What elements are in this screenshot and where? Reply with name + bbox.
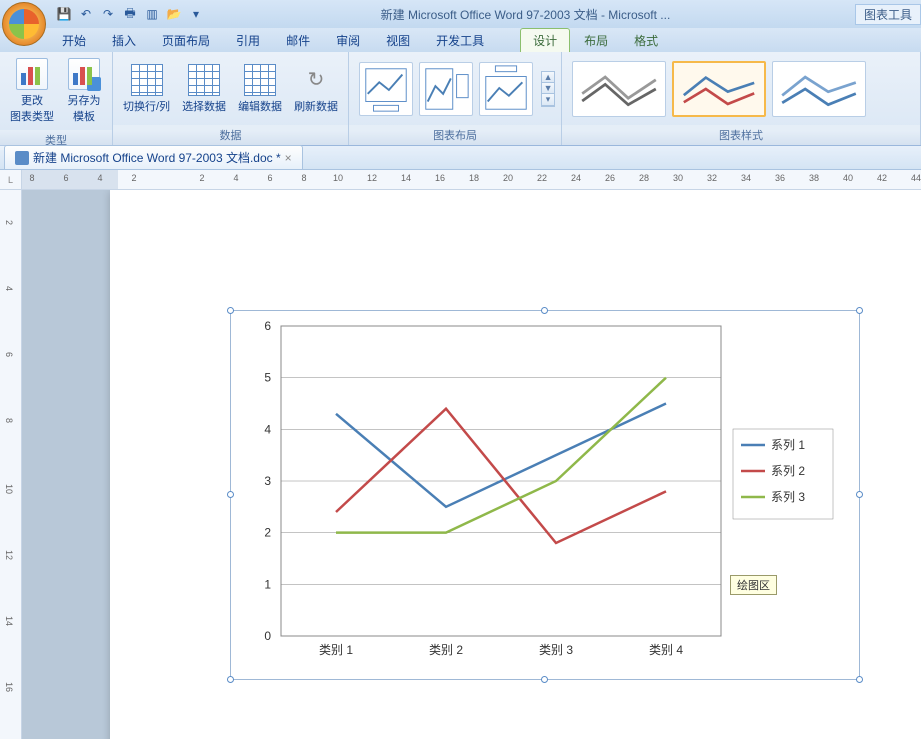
tab-pagelayout[interactable]: 页面布局 (150, 29, 222, 52)
ribbon-group-chart-style-label: 图表样式 (562, 125, 920, 145)
contextual-tab-title: 图表工具 (855, 4, 921, 25)
resize-handle-tm[interactable] (541, 307, 548, 314)
title-bar: 💾 ↶ ↷ 🖶 ▥ 📂 ▾ 新建 Microsoft Office Word 9… (0, 0, 921, 28)
select-data-label: 选择数据 (182, 98, 226, 114)
resize-handle-bm[interactable] (541, 676, 548, 683)
svg-text:4: 4 (264, 422, 271, 436)
undo-icon[interactable]: ↶ (78, 6, 94, 22)
svg-text:2: 2 (264, 526, 271, 540)
svg-text:5: 5 (264, 371, 271, 385)
chart-layout-1[interactable] (359, 62, 413, 116)
window-title: 新建 Microsoft Office Word 97-2003 文档 - Mi… (204, 6, 847, 23)
switch-row-col-label: 切换行/列 (123, 98, 170, 114)
ribbon-group-data-label: 数据 (113, 125, 348, 145)
ribbon-group-data: 切换行/列 选择数据 编辑数据 刷新数据 数据 (113, 52, 349, 145)
edit-data-label: 编辑数据 (238, 98, 282, 114)
tab-chart-format[interactable]: 格式 (622, 29, 670, 52)
chart-layout-2[interactable] (419, 62, 473, 116)
svg-text:6: 6 (264, 319, 271, 333)
ribbon-group-type: 更改 图表类型 另存为 模板 类型 (0, 52, 113, 145)
document-tab-bar: 新建 Microsoft Office Word 97-2003 文档.doc … (0, 146, 921, 170)
horizontal-ruler-row: L 86422468101214161820222426283032343638… (0, 170, 921, 190)
tab-view[interactable]: 视图 (374, 29, 422, 52)
tab-insert[interactable]: 插入 (100, 29, 148, 52)
chart-layout-scroll: ▲ ▼ ▾ (541, 71, 555, 107)
layout-scroll-more[interactable]: ▾ (542, 94, 554, 106)
tab-review[interactable]: 审阅 (324, 29, 372, 52)
tab-home[interactable]: 开始 (50, 29, 98, 52)
tab-chart-layout[interactable]: 布局 (572, 29, 620, 52)
tab-references[interactable]: 引用 (224, 29, 272, 52)
more-icon[interactable]: ▾ (188, 6, 204, 22)
workspace: 246810121416 0 1 2 3 4 5 6 类别 1 类别 2 类别 3 类别 4 系列 1… (0, 190, 921, 739)
edit-data-button[interactable]: 编辑数据 (234, 62, 286, 116)
chart-object[interactable]: 0 1 2 3 4 5 6 类别 1 类别 2 类别 3 类别 4 系列 1 系列 2 系列 3 绘图区 (230, 310, 860, 680)
quick-access-toolbar: 💾 ↶ ↷ 🖶 ▥ 📂 ▾ (56, 6, 204, 22)
chart-type-icon (16, 58, 48, 90)
refresh-icon (300, 64, 332, 96)
plot-area-tooltip: 绘图区 (730, 575, 777, 595)
svg-text:系列 1: 系列 1 (771, 438, 805, 452)
svg-text:1: 1 (264, 577, 271, 591)
layout-scroll-up[interactable]: ▲ (542, 72, 554, 83)
edit-data-icon (244, 64, 276, 96)
svg-text:类别 3: 类别 3 (539, 643, 573, 657)
resize-handle-ml[interactable] (227, 491, 234, 498)
svg-text:类别 4: 类别 4 (649, 643, 683, 657)
ribbon: 更改 图表类型 另存为 模板 类型 切换行/列 选择数据 编辑数据 (0, 52, 921, 146)
resize-handle-tr[interactable] (856, 307, 863, 314)
select-data-icon (188, 64, 220, 96)
switch-row-col-button[interactable]: 切换行/列 (119, 62, 174, 116)
tab-mailings[interactable]: 邮件 (274, 29, 322, 52)
chart-layout-3[interactable] (479, 62, 533, 116)
resize-handle-mr[interactable] (856, 491, 863, 498)
svg-text:0: 0 (264, 629, 271, 643)
svg-text:系列 3: 系列 3 (771, 490, 805, 504)
chart-svg: 0 1 2 3 4 5 6 类别 1 类别 2 类别 3 类别 4 系列 1 系列 2 系列 3 (231, 311, 861, 681)
svg-text:类别 1: 类别 1 (319, 643, 353, 657)
ribbon-group-chart-style: 图表样式 (562, 52, 921, 145)
ribbon-group-chart-layout: ▲ ▼ ▾ 图表布局 (349, 52, 562, 145)
ribbon-tabs: 开始 插入 页面布局 引用 邮件 审阅 视图 开发工具 设计 布局 格式 (0, 28, 921, 52)
layout-scroll-down[interactable]: ▼ (542, 83, 554, 94)
chart-style-2[interactable] (672, 61, 766, 117)
tab-chart-design[interactable]: 设计 (520, 28, 570, 52)
chart-style-1[interactable] (572, 61, 666, 117)
document-tab-label: 新建 Microsoft Office Word 97-2003 文档.doc … (33, 149, 281, 166)
save-template-icon (68, 58, 100, 90)
office-button[interactable] (2, 2, 46, 46)
open-icon[interactable]: 📂 (166, 6, 182, 22)
resize-handle-tl[interactable] (227, 307, 234, 314)
svg-text:3: 3 (264, 474, 271, 488)
print-icon[interactable]: 🖶 (122, 6, 138, 22)
svg-text:系列 2: 系列 2 (771, 464, 805, 478)
ribbon-group-chart-layout-label: 图表布局 (349, 125, 561, 145)
vertical-ruler[interactable]: 246810121416 (0, 190, 22, 739)
tab-developer[interactable]: 开发工具 (424, 29, 496, 52)
save-as-template-button[interactable]: 另存为 模板 (62, 56, 106, 126)
refresh-data-label: 刷新数据 (294, 98, 338, 114)
refresh-data-button[interactable]: 刷新数据 (290, 62, 342, 116)
resize-handle-br[interactable] (856, 676, 863, 683)
ruler-corner[interactable]: L (0, 170, 22, 189)
horizontal-ruler[interactable]: 8642246810121416182022242628303234363840… (22, 170, 921, 189)
page-area[interactable]: 0 1 2 3 4 5 6 类别 1 类别 2 类别 3 类别 4 系列 1 系列 2 系列 3 绘图区 (22, 190, 921, 739)
redo-icon[interactable]: ↷ (100, 6, 116, 22)
close-icon[interactable]: × (285, 151, 292, 165)
save-as-template-label: 另存为 模板 (68, 92, 101, 124)
resize-handle-bl[interactable] (227, 676, 234, 683)
select-data-button[interactable]: 选择数据 (178, 62, 230, 116)
chart-style-3[interactable] (772, 61, 866, 117)
switch-row-col-icon (131, 64, 163, 96)
document-tab[interactable]: 新建 Microsoft Office Word 97-2003 文档.doc … (4, 145, 303, 169)
chart-layout-gallery (355, 58, 537, 120)
word-doc-icon (15, 151, 29, 165)
chart-style-gallery (568, 57, 870, 121)
document-page[interactable]: 0 1 2 3 4 5 6 类别 1 类别 2 类别 3 类别 4 系列 1 系列 2 系列 3 绘图区 (110, 190, 921, 739)
new-icon[interactable]: ▥ (144, 6, 160, 22)
change-chart-type-button[interactable]: 更改 图表类型 (6, 56, 58, 126)
svg-text:类别 2: 类别 2 (429, 643, 463, 657)
change-chart-type-label: 更改 图表类型 (10, 92, 54, 124)
save-icon[interactable]: 💾 (56, 6, 72, 22)
